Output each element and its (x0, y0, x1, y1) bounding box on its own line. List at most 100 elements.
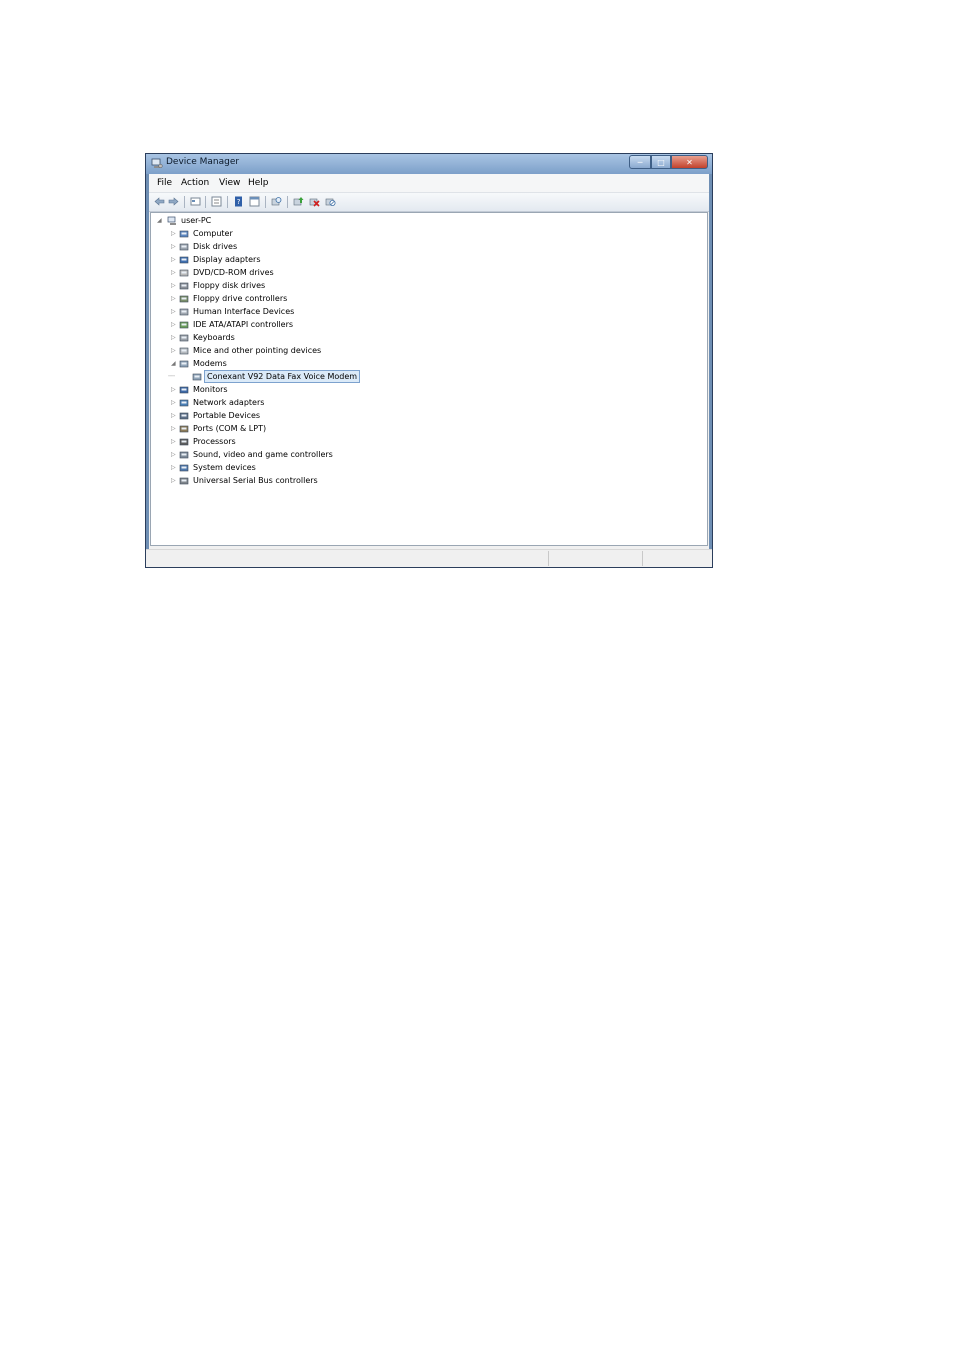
window-client: File Action View Help ? ◢ user-PC ▷ Comp… (149, 174, 709, 564)
expand-arrow-icon[interactable]: ▷ (171, 399, 177, 407)
expand-arrow-icon[interactable]: ▷ (171, 451, 177, 459)
expand-arrow-icon[interactable]: ▷ (171, 308, 177, 316)
maximize-button[interactable]: □ (651, 155, 671, 169)
usb-icon (179, 477, 189, 485)
tree-item-label: DVD/CD-ROM drives (193, 268, 274, 277)
tree-item-label: Portable Devices (193, 411, 261, 420)
status-divider (642, 551, 643, 566)
toolbar-separator (184, 196, 185, 208)
tree-item-label: Ports (COM & LPT) (193, 424, 267, 433)
hid-icon (179, 308, 189, 316)
minimize-icon: ─ (637, 157, 643, 167)
view-icon[interactable] (249, 196, 260, 207)
modem-icon (192, 373, 202, 381)
close-button[interactable]: ✕ (671, 155, 708, 169)
expand-arrow-icon[interactable]: ▷ (171, 321, 177, 329)
disk-drive-icon (179, 243, 189, 251)
expand-arrow-icon[interactable]: ▷ (171, 464, 177, 472)
expand-arrow-icon[interactable]: ▷ (171, 230, 177, 238)
device-manager-window: Device Manager ─ □ ✕ File Action View He… (145, 153, 713, 568)
back-icon[interactable] (154, 196, 165, 207)
tree-item-label: Keyboards (193, 333, 235, 342)
show-hide-tree-icon[interactable] (211, 196, 222, 207)
modem-icon (179, 360, 189, 368)
computer-icon (179, 230, 189, 238)
floppy-drive-icon (179, 282, 189, 290)
toolbar: ? (149, 193, 709, 212)
menu-bar: File Action View Help (149, 174, 709, 193)
expand-arrow-icon[interactable]: ▷ (171, 347, 177, 355)
monitor-icon (179, 386, 189, 394)
tree-item-label: Monitors (193, 385, 228, 394)
floppy-controller-icon (179, 295, 189, 303)
computer-root-icon (167, 216, 176, 225)
forward-icon[interactable] (168, 196, 179, 207)
tree-connector-line: ┈┈ (168, 373, 176, 380)
update-driver-icon[interactable] (293, 196, 304, 207)
dvd-drive-icon (179, 269, 189, 277)
tree-item-label: System devices (193, 463, 256, 472)
menu-view[interactable]: View (219, 178, 240, 188)
device-manager-icon (151, 158, 163, 169)
status-bar (146, 549, 712, 567)
menu-help[interactable]: Help (248, 178, 269, 188)
tree-item-label: Floppy disk drives (193, 281, 266, 290)
toolbar-separator (265, 196, 266, 208)
close-icon: ✕ (686, 157, 693, 167)
tree-item-label: Display adapters (193, 255, 261, 264)
ide-controller-icon (179, 321, 189, 329)
system-device-icon (179, 464, 189, 472)
expand-arrow-icon[interactable]: ▷ (171, 438, 177, 446)
minimize-button[interactable]: ─ (629, 155, 651, 169)
expand-arrow-icon[interactable]: ▷ (171, 256, 177, 264)
processor-icon (179, 438, 189, 446)
tree-item-label: Universal Serial Bus controllers (193, 476, 318, 485)
expand-arrow-icon[interactable]: ▷ (171, 477, 177, 485)
toolbar-separator (227, 196, 228, 208)
keyboard-icon (179, 334, 189, 342)
window-title: Device Manager (166, 157, 240, 167)
properties-sheet-icon[interactable] (190, 196, 201, 207)
tree-item-label: Mice and other pointing devices (193, 346, 322, 355)
mouse-icon (179, 347, 189, 355)
expand-arrow-icon[interactable]: ▷ (171, 425, 177, 433)
maximize-icon: □ (657, 157, 665, 167)
expand-arrow-icon[interactable]: ▷ (171, 334, 177, 342)
menu-file[interactable]: File (157, 178, 172, 188)
sound-icon (179, 451, 189, 459)
tree-item-label: Processors (193, 437, 236, 446)
toolbar-separator (287, 196, 288, 208)
scan-hardware-icon[interactable] (271, 196, 282, 207)
caption-buttons: ─ □ ✕ (629, 155, 708, 169)
root-label: user-PC (181, 216, 212, 225)
expand-arrow-icon[interactable]: ▷ (171, 295, 177, 303)
svg-text:?: ? (237, 198, 241, 206)
expand-arrow-icon[interactable]: ▷ (171, 269, 177, 277)
collapse-arrow-icon[interactable]: ◢ (157, 217, 163, 225)
collapse-arrow-icon[interactable]: ◢ (171, 360, 177, 368)
menu-action[interactable]: Action (181, 178, 209, 188)
help-icon[interactable]: ? (233, 196, 244, 207)
uninstall-icon[interactable] (309, 196, 320, 207)
tree-item-label: Disk drives (193, 242, 238, 251)
display-adapter-icon (179, 256, 189, 264)
port-icon (179, 425, 189, 433)
tree-item-label: Sound, video and game controllers (193, 450, 333, 459)
title-bar[interactable]: Device Manager ─ □ ✕ (146, 154, 712, 174)
expand-arrow-icon[interactable]: ▷ (171, 243, 177, 251)
tree-item-label: Network adapters (193, 398, 265, 407)
toolbar-separator (205, 196, 206, 208)
disable-icon[interactable] (325, 196, 336, 207)
tree-item-label: Floppy drive controllers (193, 294, 288, 303)
tree-item-label: Modems (193, 359, 227, 368)
network-adapter-icon (179, 399, 189, 407)
tree-item-label: Conexant V92 Data Fax Voice Modem (204, 370, 361, 383)
status-divider (548, 551, 549, 566)
expand-arrow-icon[interactable]: ▷ (171, 282, 177, 290)
device-tree[interactable]: ◢ user-PC ▷ Computer ▷ Disk drives ▷ Display … (150, 212, 708, 546)
tree-item-label: IDE ATA/ATAPI controllers (193, 320, 294, 329)
tree-item-label: Human Interface Devices (193, 307, 295, 316)
expand-arrow-icon[interactable]: ▷ (171, 412, 177, 420)
expand-arrow-icon[interactable]: ▷ (171, 386, 177, 394)
tree-item-label: Computer (193, 229, 233, 238)
